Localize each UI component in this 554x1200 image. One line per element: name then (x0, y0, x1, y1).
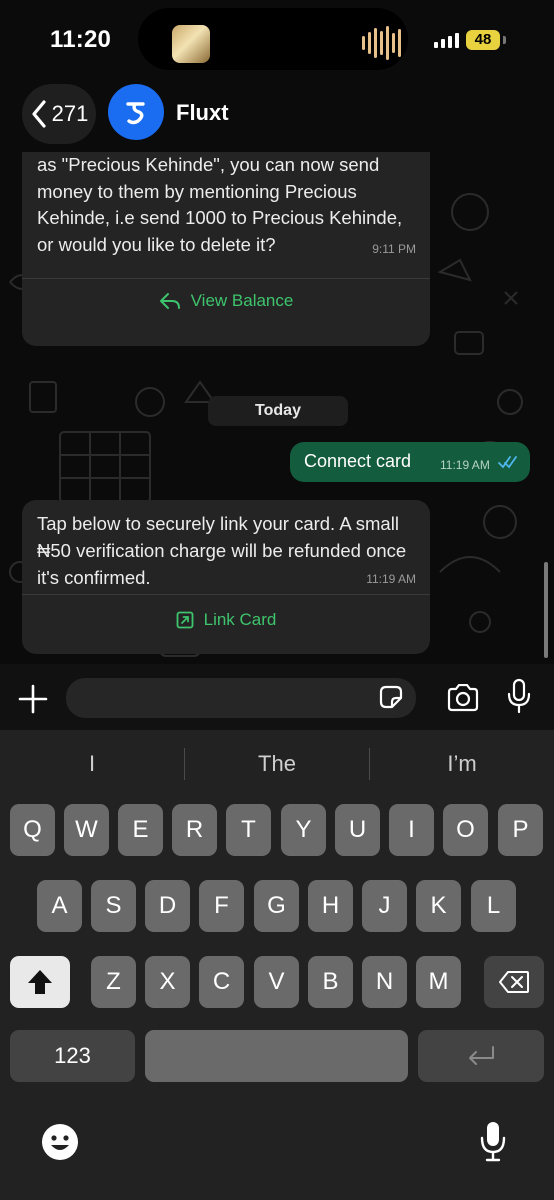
key-r[interactable]: R (172, 804, 217, 856)
plus-icon[interactable] (16, 682, 50, 716)
key-y[interactable]: Y (281, 804, 326, 856)
keyboard: I The I’m Q W E R T Y U I O P A S D F G … (0, 730, 554, 1200)
suggestion-3[interactable]: I’m (370, 740, 554, 788)
key-l[interactable]: L (471, 880, 516, 932)
camera-icon[interactable] (446, 684, 480, 712)
back-chevron-icon (32, 100, 46, 128)
key-a[interactable]: A (37, 880, 82, 932)
emoji-icon[interactable] (40, 1122, 80, 1162)
key-b[interactable]: B (308, 956, 353, 1008)
key-u[interactable]: U (335, 804, 380, 856)
key-o[interactable]: O (443, 804, 488, 856)
key-z[interactable]: Z (91, 956, 136, 1008)
key-s[interactable]: S (91, 880, 136, 932)
outgoing-message[interactable]: Connect card 11:19 AM (290, 442, 530, 482)
dictation-mic-icon[interactable] (478, 1120, 508, 1162)
external-link-icon (176, 611, 194, 629)
battery-level: 48 (466, 30, 500, 50)
key-v[interactable]: V (254, 956, 299, 1008)
space-key[interactable] (145, 1030, 408, 1082)
unread-count: 271 (51, 101, 89, 126)
reply-icon (159, 293, 180, 309)
key-d[interactable]: D (145, 880, 190, 932)
double-check-icon (498, 456, 517, 469)
key-p[interactable]: P (498, 804, 543, 856)
key-i[interactable]: I (389, 804, 434, 856)
message-timestamp: 9:11 PM (372, 242, 416, 256)
suggestion-bar: I The I’m (0, 740, 554, 788)
numbers-key[interactable]: 123 (10, 1030, 135, 1082)
contact-avatar[interactable] (108, 84, 164, 140)
return-key[interactable] (418, 1030, 544, 1082)
message-timestamp: 11:19 AM (440, 458, 490, 472)
fluxt-logo-icon (126, 102, 145, 125)
key-c[interactable]: C (199, 956, 244, 1008)
dynamic-island[interactable] (138, 8, 408, 70)
back-button[interactable]: 271 (22, 84, 96, 144)
key-g[interactable]: G (254, 880, 299, 932)
date-divider: Today (208, 396, 348, 426)
mic-icon[interactable] (506, 678, 532, 714)
sticker-icon[interactable] (378, 684, 404, 710)
link-card-button[interactable]: Link Card (22, 594, 430, 646)
suggestion-1[interactable]: I (0, 740, 184, 788)
message-composer (0, 664, 554, 730)
key-t[interactable]: T (226, 804, 271, 856)
shift-icon (28, 970, 52, 994)
chat-messages[interactable]: as "Precious Kehinde", you can now send … (0, 152, 554, 664)
view-balance-button[interactable]: View Balance (22, 278, 430, 324)
link-card-label: Link Card (203, 610, 277, 629)
chat-header: 271 Fluxt (0, 80, 554, 152)
key-h[interactable]: H (308, 880, 353, 932)
key-n[interactable]: N (362, 956, 407, 1008)
message-text: as "Precious Kehinde", you can now send … (37, 154, 403, 255)
return-icon (469, 1046, 494, 1065)
now-playing-artwork (172, 25, 210, 63)
cellular-signal-icon (434, 33, 459, 48)
view-balance-label: View Balance (190, 291, 294, 310)
scrollbar-thumb[interactable] (544, 562, 548, 658)
key-m[interactable]: M (416, 956, 461, 1008)
status-time: 11:20 (50, 26, 112, 53)
key-x[interactable]: X (145, 956, 190, 1008)
shift-key[interactable] (10, 956, 70, 1008)
incoming-message[interactable]: as "Precious Kehinde", you can now send … (22, 152, 430, 346)
message-timestamp: 11:19 AM (366, 572, 416, 586)
message-input[interactable] (66, 678, 416, 718)
backspace-icon (499, 971, 529, 993)
contact-name[interactable]: Fluxt (176, 100, 229, 126)
key-e[interactable]: E (118, 804, 163, 856)
message-text: Tap below to securely link your card. A … (37, 513, 407, 588)
audio-waveform-icon (362, 24, 401, 62)
key-w[interactable]: W (64, 804, 109, 856)
message-text: Connect card (304, 451, 412, 471)
key-j[interactable]: J (362, 880, 407, 932)
key-k[interactable]: K (416, 880, 461, 932)
incoming-message[interactable]: Tap below to securely link your card. A … (22, 500, 430, 654)
key-q[interactable]: Q (10, 804, 55, 856)
key-f[interactable]: F (199, 880, 244, 932)
backspace-key[interactable] (484, 956, 544, 1008)
battery-icon (503, 36, 506, 44)
suggestion-2[interactable]: The (185, 740, 369, 788)
